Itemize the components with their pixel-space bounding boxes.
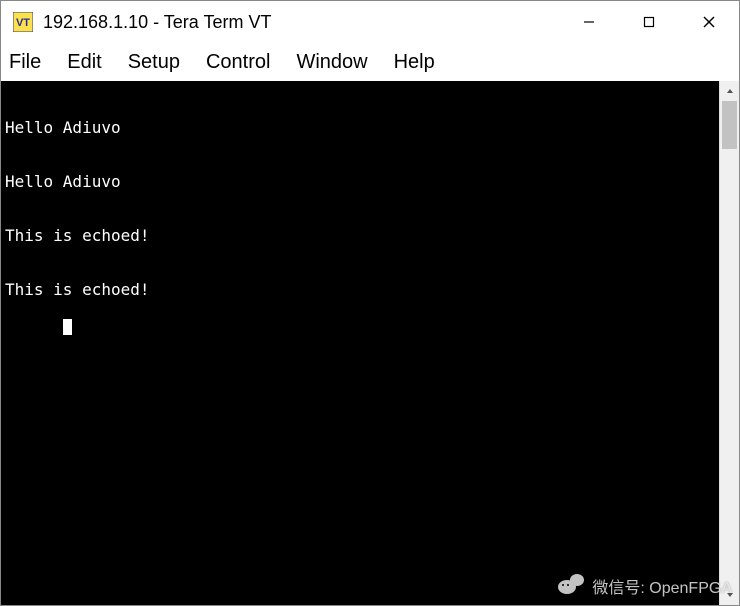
vertical-scrollbar[interactable] [719, 81, 739, 605]
svg-text:VT: VT [16, 17, 30, 29]
scroll-thumb[interactable] [722, 101, 737, 149]
terminal-line: Hello Adiuvo [5, 173, 715, 191]
terminal-line: This is echoed! [5, 281, 715, 299]
app-icon: VT [13, 12, 33, 32]
minimize-button[interactable] [559, 1, 619, 43]
menu-help[interactable]: Help [392, 49, 437, 76]
window: VT 192.168.1.10 - Tera Term VT File Edit… [0, 0, 740, 606]
titlebar: VT 192.168.1.10 - Tera Term VT [1, 1, 739, 43]
menu-window[interactable]: Window [294, 49, 369, 76]
menu-file[interactable]: File [7, 49, 43, 76]
terminal[interactable]: Hello Adiuvo Hello Adiuvo This is echoed… [1, 81, 719, 605]
scroll-track[interactable] [720, 101, 739, 585]
scroll-up-button[interactable] [720, 81, 739, 101]
window-controls [559, 1, 739, 43]
close-button[interactable] [679, 1, 739, 43]
menu-control[interactable]: Control [204, 49, 272, 76]
maximize-button[interactable] [619, 1, 679, 43]
menu-edit[interactable]: Edit [65, 49, 103, 76]
scroll-down-button[interactable] [720, 585, 739, 605]
menu-setup[interactable]: Setup [126, 49, 182, 76]
terminal-line: Hello Adiuvo [5, 119, 715, 137]
client-area: Hello Adiuvo Hello Adiuvo This is echoed… [1, 81, 739, 605]
terminal-line: This is echoed! [5, 227, 715, 245]
terminal-cursor [63, 319, 72, 335]
window-title: 192.168.1.10 - Tera Term VT [43, 12, 559, 33]
menubar: File Edit Setup Control Window Help [1, 43, 739, 81]
